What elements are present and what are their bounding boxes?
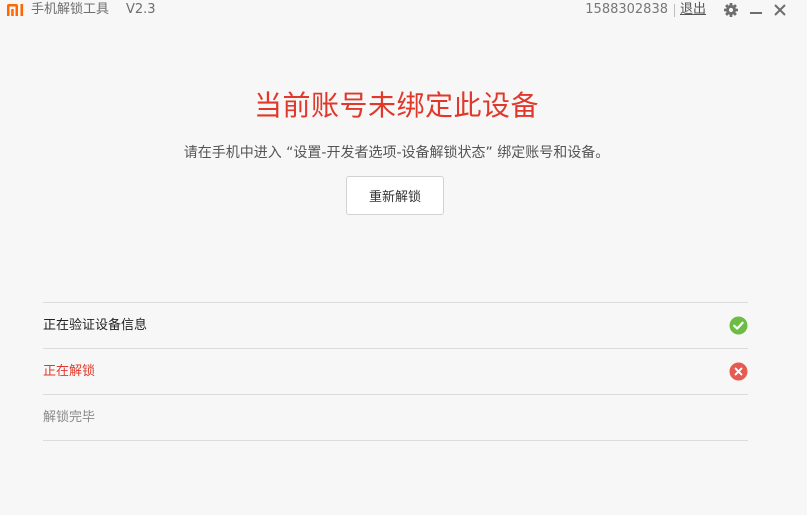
account-id: 1588302838 — [585, 2, 668, 17]
step-row-complete: 解锁完毕 — [43, 395, 748, 441]
app-version: V2.3 — [126, 2, 156, 17]
logout-link[interactable]: 退出 — [680, 2, 706, 18]
check-circle-icon — [729, 316, 748, 335]
unlock-tool-window: 手机解锁工具 V2.3 1588302838 退出 当前账号未绑定此设备 请在手… — [0, 0, 807, 515]
unlock-steps-list: 正在验证设备信息 正在解锁 解锁完毕 — [43, 302, 748, 441]
step-row-unlocking: 正在解锁 — [43, 349, 748, 395]
instruction-text: 请在手机中进入 “设置-开发者选项-设备解锁状态” 绑定账号和设备。 — [183, 145, 610, 161]
close-icon[interactable] — [772, 2, 788, 18]
app-title: 手机解锁工具 — [31, 2, 110, 17]
error-circle-icon — [729, 362, 748, 381]
step-label: 正在解锁 — [43, 364, 96, 379]
minimize-icon[interactable] — [748, 2, 764, 18]
gear-icon[interactable] — [723, 2, 739, 18]
step-row-verify: 正在验证设备信息 — [43, 303, 748, 349]
title-bar: 手机解锁工具 V2.3 1588302838 退出 — [0, 0, 807, 22]
step-label: 解锁完毕 — [43, 410, 96, 425]
retry-unlock-button[interactable]: 重新解锁 — [346, 176, 444, 215]
divider — [674, 4, 675, 17]
page-title: 当前账号未绑定此设备 — [253, 89, 539, 122]
mi-logo-icon — [7, 4, 24, 16]
step-label: 正在验证设备信息 — [43, 318, 148, 333]
